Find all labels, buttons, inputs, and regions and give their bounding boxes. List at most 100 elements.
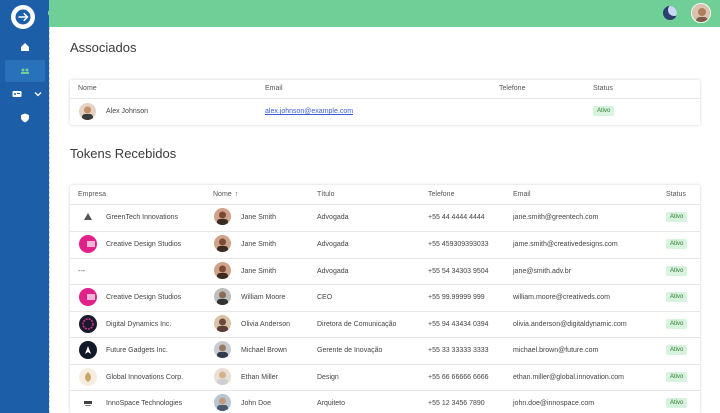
status-badge: Ativo <box>666 345 688 355</box>
email-cell: john.doe@innospace.com <box>513 400 595 407</box>
titulo-cell: Advogada <box>317 241 349 248</box>
empresa-cell: Global Innovations Corp. <box>106 374 184 381</box>
titulo-cell: CEO <box>317 294 333 301</box>
nome-cell: Jane Smith <box>241 241 277 248</box>
empresa-cell: GreenTech Innovations <box>106 214 178 221</box>
company-logo <box>79 288 97 306</box>
id-card-icon <box>12 91 22 97</box>
col-telefone: Telefone <box>499 85 526 92</box>
sidebar-item-security[interactable] <box>0 107 49 129</box>
divider <box>70 364 700 365</box>
avatar <box>214 235 231 252</box>
avatar <box>214 288 231 305</box>
users-icon <box>21 68 29 74</box>
tokens-title: Tokens Recebidos <box>70 146 177 161</box>
empresa-cell: Digital Dynamics Inc. <box>106 321 172 328</box>
col-email: Email <box>265 85 283 92</box>
associado-email[interactable]: alex.johnson@example.com <box>265 108 353 115</box>
titulo-cell: Design <box>317 374 339 381</box>
email-cell: michael.brown@future.com <box>513 347 599 354</box>
shield-icon <box>20 113 29 123</box>
telefone-cell: +55 66 66666 6666 <box>428 374 489 381</box>
avatar <box>214 394 231 411</box>
nome-cell: Olivia Anderson <box>241 321 291 328</box>
company-logo <box>79 341 97 359</box>
empresa-cell: Creative Design Studios <box>106 294 182 301</box>
divider <box>70 258 700 259</box>
telefone-cell: +55 94 43434 0394 <box>428 321 489 328</box>
avatar <box>79 103 96 120</box>
tokens-table: Empresa Nome ↑ Título Telefone Email Stat… <box>70 185 700 413</box>
avatar <box>214 262 231 279</box>
col-email: Email <box>513 191 531 198</box>
company-logo <box>79 235 97 253</box>
email-cell: jane.smith@greentech.com <box>513 214 599 221</box>
sidebar-item-home[interactable] <box>0 36 49 58</box>
nome-cell: Ethan Miller <box>241 374 278 381</box>
divider <box>70 98 700 99</box>
titulo-cell: Advogada <box>317 268 349 275</box>
col-nome[interactable]: Nome ↑ <box>213 191 238 198</box>
nome-cell: Jane Smith <box>241 268 277 275</box>
telefone-cell: +55 54 34303 9504 <box>428 268 489 275</box>
empresa-cell: Future Gadgets Inc. <box>106 347 168 354</box>
status-badge: Ativo <box>666 292 688 302</box>
status-badge: Ativo <box>666 398 688 408</box>
titulo-cell: Gerente de Inovação <box>317 347 383 354</box>
telefone-cell: +55 99.99999 999 <box>428 294 485 301</box>
company-logo <box>79 208 97 226</box>
status-badge: Ativo <box>593 106 615 116</box>
divider <box>70 390 700 391</box>
email-cell: jame.smith@creativedesigns.com <box>513 241 618 248</box>
status-badge: Ativo <box>666 212 688 222</box>
associados-table: Nome Email Telefone Status Alex Johnson … <box>70 80 700 125</box>
email-cell: william.moore@creativeds.com <box>513 294 610 301</box>
telefone-cell: +55 44 4444 4444 <box>428 214 485 221</box>
nome-cell: Michael Brown <box>241 347 287 354</box>
telefone-cell: +55 33 33333 3333 <box>428 347 489 354</box>
col-telefone: Telefone <box>428 191 455 198</box>
sidebar-item-users[interactable] <box>5 60 45 82</box>
moon-icon[interactable] <box>663 6 677 20</box>
sidebar-item-cards[interactable] <box>0 83 34 105</box>
home-icon <box>20 43 29 51</box>
divider <box>70 311 700 312</box>
sidebar-divider <box>49 27 50 413</box>
telefone-cell: +55 459309393033 <box>428 241 489 248</box>
nome-cell: Jane Smith <box>241 214 277 221</box>
status-badge: Ativo <box>666 239 688 249</box>
avatar <box>214 341 231 358</box>
topbar <box>49 0 720 27</box>
company-logo <box>79 368 97 386</box>
divider <box>70 284 700 285</box>
telefone-cell: +55 12 3456 7890 <box>428 400 485 407</box>
empresa-cell: Creative Design Studios <box>106 241 182 248</box>
avatar <box>214 368 231 385</box>
sidebar <box>0 0 49 413</box>
col-empresa: Empresa <box>78 191 107 198</box>
company-logo <box>79 315 97 333</box>
logo-icon[interactable] <box>11 5 35 29</box>
status-badge: Ativo <box>666 266 688 276</box>
email-cell: jane@smith.adv.br <box>513 268 571 275</box>
avatar[interactable] <box>691 3 711 23</box>
company-logo <box>79 394 97 412</box>
status-badge: Ativo <box>666 319 688 329</box>
divider <box>70 231 700 232</box>
empresa-cell: --- <box>78 268 85 275</box>
status-badge: Ativo <box>666 372 688 382</box>
avatar <box>214 208 231 225</box>
titulo-cell: Diretora de Comunicação <box>317 321 397 328</box>
col-titulo: Título <box>317 191 335 198</box>
email-cell: ethan.miller@global.innovation.com <box>513 374 624 381</box>
titulo-cell: Advogada <box>317 214 349 221</box>
sort-asc-icon: ↑ <box>234 191 239 198</box>
col-status: Status <box>593 85 613 92</box>
email-cell: olivia.anderson@digitaldynamic.com <box>513 321 627 328</box>
col-status: Status <box>666 191 686 198</box>
associado-nome: Alex Johnson <box>106 108 149 115</box>
empresa-cell: InnoSpace Technologies <box>106 400 183 407</box>
nome-cell: John Doe <box>241 400 271 407</box>
associados-title: Associados <box>70 40 137 55</box>
chevron-down-icon[interactable] <box>34 90 42 98</box>
